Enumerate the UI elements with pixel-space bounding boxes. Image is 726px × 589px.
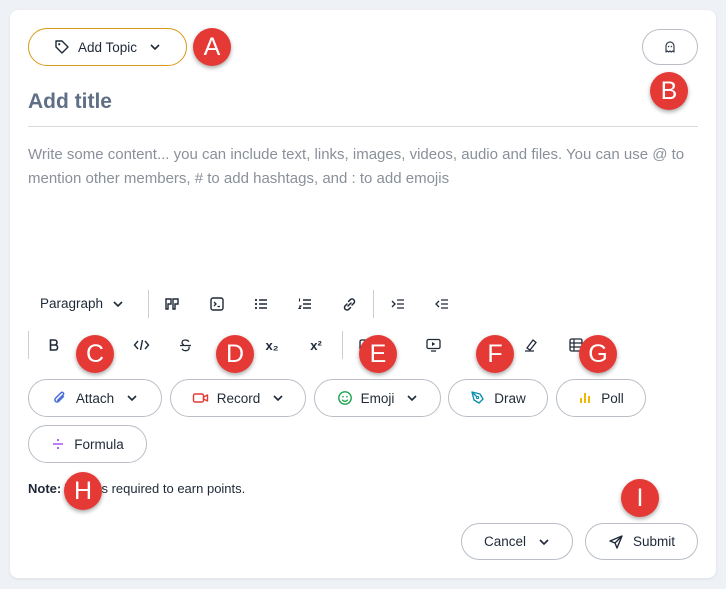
chevron-down-icon: [127, 395, 137, 402]
code-icon: [133, 339, 149, 351]
highlight-button[interactable]: [517, 331, 545, 359]
annotation-badge-f: F: [476, 335, 514, 373]
superscript-label: x²: [310, 337, 322, 353]
formula-label: Formula: [74, 436, 124, 452]
cancel-button[interactable]: Cancel: [461, 523, 573, 560]
annotation-badge-i: I: [621, 479, 659, 517]
numbered-list-button[interactable]: [291, 290, 319, 318]
toolbar-separator: [373, 290, 374, 318]
pen-nib-icon: [471, 391, 484, 404]
chevron-down-icon: [407, 395, 417, 402]
toolbar-separator: [28, 331, 29, 359]
link-icon: [343, 297, 355, 311]
paragraph-dropdown[interactable]: Paragraph: [40, 296, 124, 311]
bullet-list-button[interactable]: [247, 290, 275, 318]
ghost-icon: [665, 41, 675, 53]
subscript-label: x₂: [265, 337, 279, 353]
annotation-badge-h: H: [64, 472, 102, 510]
record-label: Record: [216, 390, 261, 406]
toolbar-separator: [342, 331, 343, 359]
bar-chart-icon: [580, 393, 591, 403]
outdent-button[interactable]: [428, 290, 456, 318]
strikethrough-icon: [179, 338, 191, 351]
poll-label: Poll: [601, 390, 624, 406]
annotation-badge-d: D: [216, 335, 254, 373]
annotation-badge-c: C: [76, 335, 114, 373]
submit-label: Submit: [632, 534, 676, 549]
note-prefix: Note:: [28, 481, 62, 496]
record-button[interactable]: Record: [170, 379, 306, 417]
annotation-badge-e: E: [359, 335, 397, 373]
title-input[interactable]: Add title: [28, 90, 112, 114]
title-divider: [28, 126, 698, 127]
attach-label: Attach: [75, 390, 115, 406]
subscript-button[interactable]: x₂: [258, 331, 286, 359]
inline-code-button[interactable]: [127, 331, 155, 359]
tag-icon: [55, 40, 69, 54]
paragraph-label: Paragraph: [40, 296, 104, 311]
formula-button[interactable]: Formula: [28, 425, 147, 463]
add-topic-button[interactable]: Add Topic: [28, 28, 187, 66]
paperclip-icon: [54, 391, 65, 403]
content-editor[interactable]: Write some content... you can include te…: [28, 143, 700, 191]
blockquote-button[interactable]: [158, 290, 186, 318]
superscript-button[interactable]: x²: [302, 331, 330, 359]
indent-icon: [391, 299, 404, 309]
anonymous-toggle-button[interactable]: [642, 29, 698, 65]
numbered-list-icon: [297, 298, 311, 310]
bullet-list-icon: [254, 298, 267, 310]
video-icon: [425, 338, 441, 352]
chevron-down-icon: [150, 44, 160, 51]
video-camera-icon: [192, 393, 208, 403]
outdent-icon: [435, 299, 448, 309]
code-block-button[interactable]: [203, 290, 231, 318]
send-icon: [609, 534, 623, 549]
draw-label: Draw: [494, 390, 526, 406]
annotation-badge-b: B: [650, 72, 688, 110]
embed-video-button[interactable]: [419, 331, 447, 359]
add-topic-label: Add Topic: [77, 39, 138, 55]
chevron-down-icon: [273, 395, 283, 402]
quote-icon: [165, 298, 179, 310]
indent-button[interactable]: [384, 290, 412, 318]
bold-icon: [49, 339, 59, 351]
divide-icon: [53, 438, 64, 450]
highlighter-icon: [524, 339, 537, 352]
cancel-label: Cancel: [483, 534, 527, 549]
chevron-down-icon: [539, 538, 549, 545]
link-button[interactable]: [335, 290, 363, 318]
terminal-icon: [210, 297, 224, 311]
bold-button[interactable]: [40, 331, 68, 359]
smiley-icon: [337, 391, 352, 405]
poll-button[interactable]: Poll: [556, 379, 646, 417]
chevron-down-icon: [113, 300, 123, 307]
annotation-badge-a: A: [193, 28, 231, 66]
strikethrough-button[interactable]: [171, 331, 199, 359]
submit-button[interactable]: Submit: [585, 523, 698, 560]
attach-button[interactable]: Attach: [28, 379, 162, 417]
emoji-label: Emoji: [360, 390, 395, 406]
toolbar-separator: [148, 290, 149, 318]
emoji-button[interactable]: Emoji: [314, 379, 441, 417]
annotation-badge-g: G: [579, 335, 617, 373]
draw-button[interactable]: Draw: [448, 379, 548, 417]
topic-note: Note: Topic is required to earn points.: [28, 481, 245, 496]
